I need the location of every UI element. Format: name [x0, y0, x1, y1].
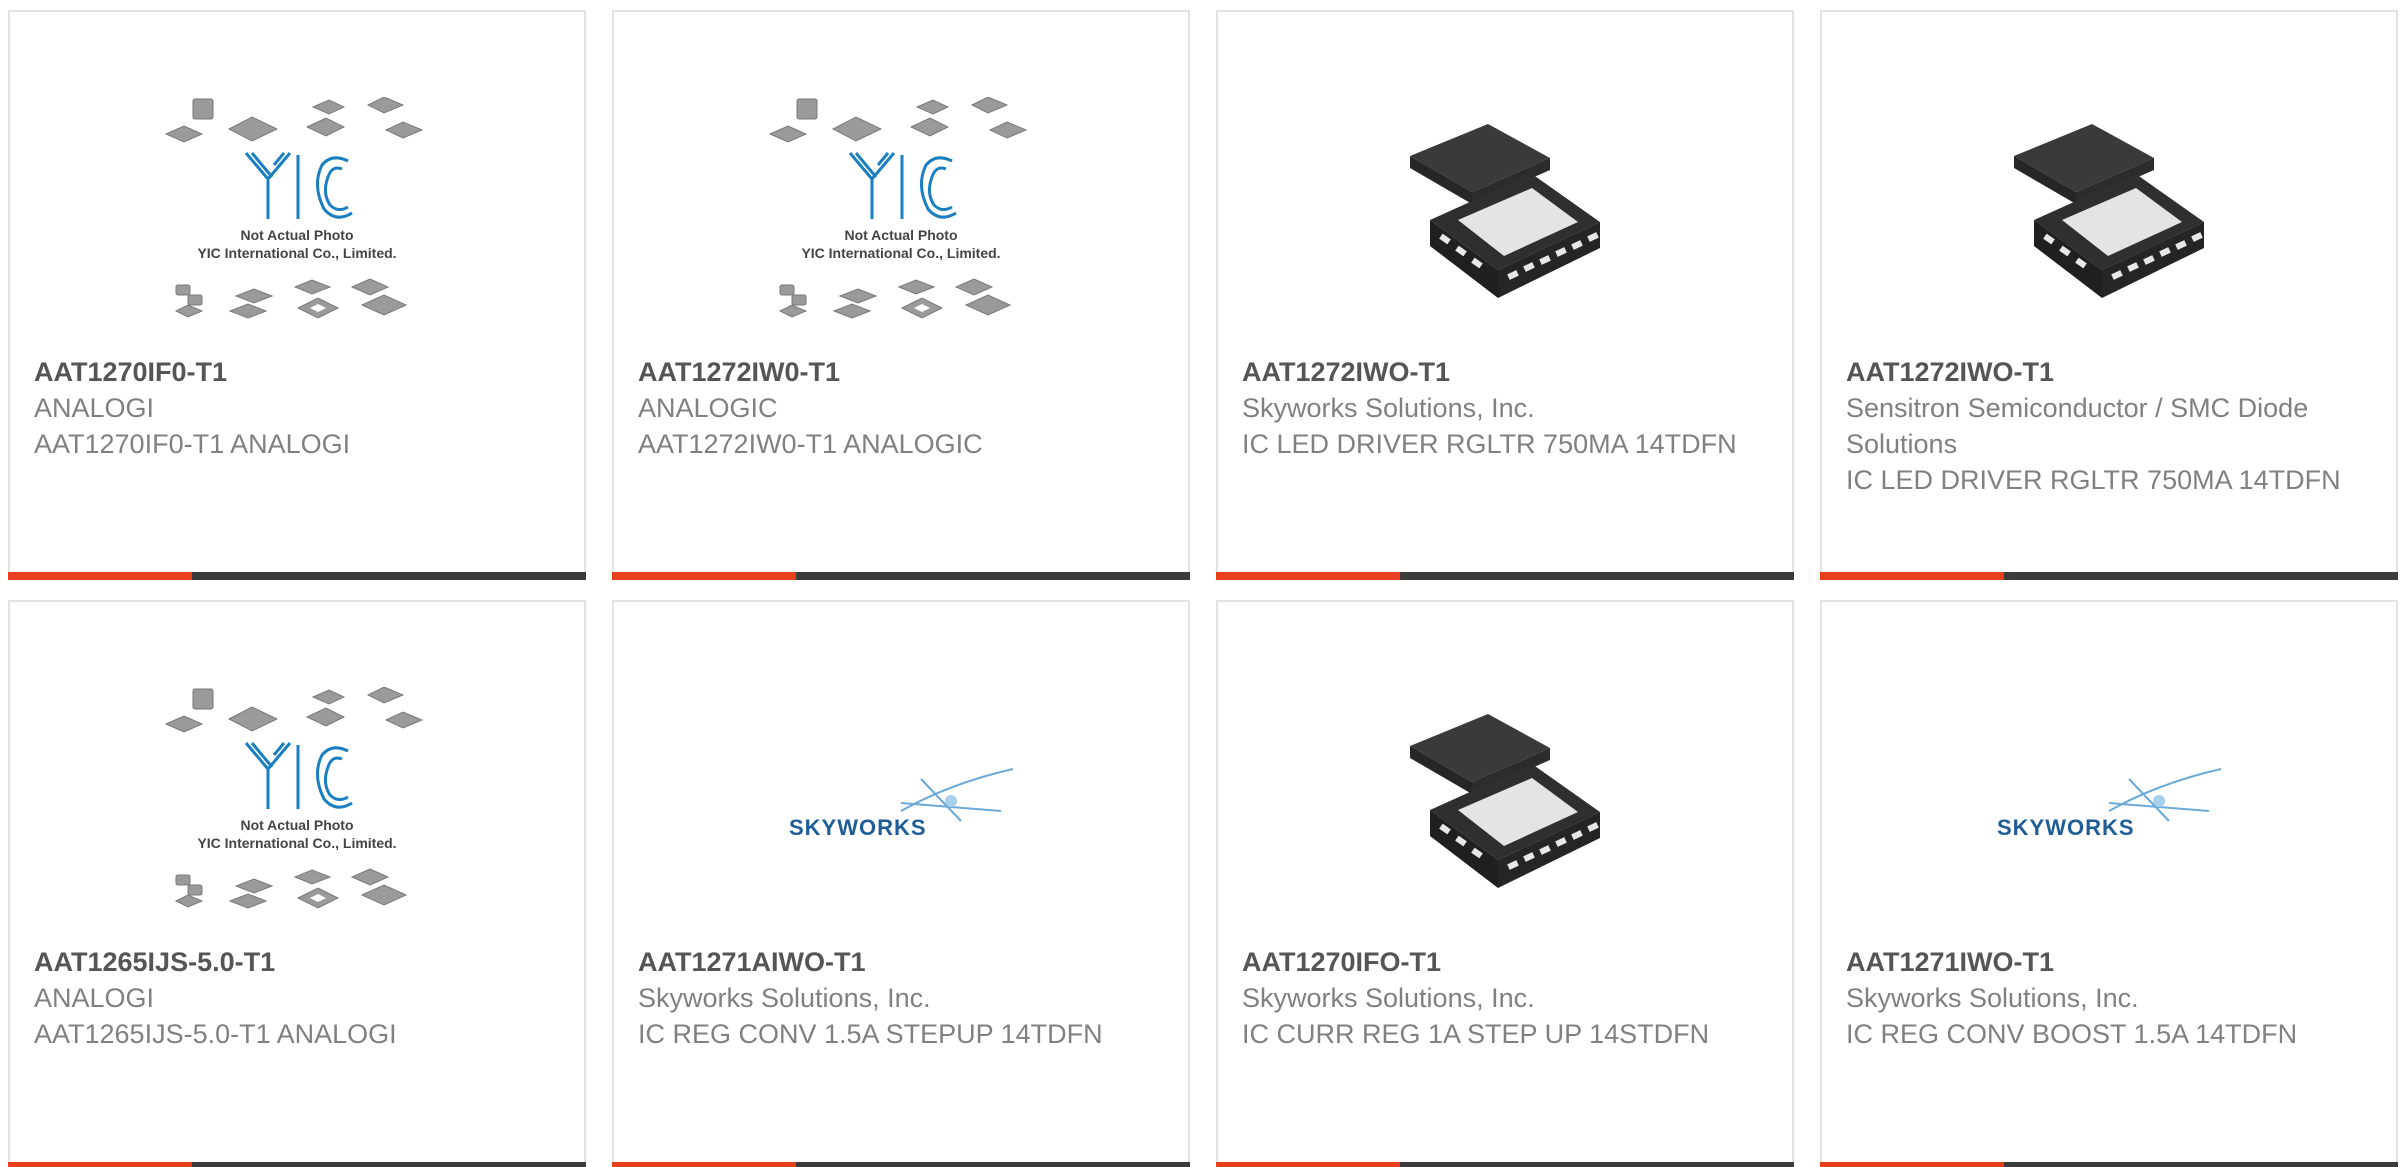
- product-info: AAT1272IWO-T1 Skyworks Solutions, Inc. I…: [1242, 354, 1772, 462]
- manufacturer: Sensitron Semiconductor / SMC Diode Solu…: [1846, 393, 2309, 459]
- card-bottom-bar: [8, 572, 586, 580]
- placeholder-caption-line1: Not Actual Photo: [240, 227, 353, 243]
- card-accent: [1216, 1162, 1400, 1167]
- description: IC REG CONV 1.5A STEPUP 14TDFN: [638, 1019, 1103, 1049]
- card-accent: [8, 1162, 192, 1167]
- product-info: AAT1265IJS-5.0-T1 ANALOGI AAT1265IJS-5.0…: [34, 944, 564, 1052]
- tdfn-chip-image: [1410, 124, 1600, 298]
- product-card[interactable]: AAT1272IWO-T1 Sensitron Semiconductor / …: [1820, 10, 2398, 580]
- card-accent: [8, 572, 192, 580]
- part-number[interactable]: AAT1271IWO-T1: [1846, 944, 2376, 980]
- product-info: AAT1272IW0-T1 ANALOGIC AAT1272IW0-T1 ANA…: [638, 354, 1168, 462]
- manufacturer: Skyworks Solutions, Inc.: [1242, 983, 1535, 1013]
- placeholder-caption-line1: Not Actual Photo: [844, 227, 957, 243]
- product-card[interactable]: Not Actual Photo YIC International Co., …: [8, 600, 586, 1167]
- product-image[interactable]: Not Actual Photo YIC International Co., …: [10, 672, 584, 942]
- tdfn-chip-image: [2014, 124, 2204, 298]
- product-card[interactable]: AAT1272IWO-T1 Skyworks Solutions, Inc. I…: [1216, 10, 1794, 580]
- description: AAT1265IJS-5.0-T1 ANALOGI: [34, 1019, 397, 1049]
- card-bottom-bar: [612, 1162, 1190, 1167]
- product-card[interactable]: SKYWORKS AAT1271IWO-T1 Skyworks Solution…: [1820, 600, 2398, 1167]
- manufacturer: Skyworks Solutions, Inc.: [1846, 983, 2139, 1013]
- card-accent: [612, 572, 796, 580]
- tdfn-chip-image: [1410, 714, 1600, 888]
- product-card[interactable]: Not Actual Photo YIC International Co., …: [612, 10, 1190, 580]
- description: IC LED DRIVER RGLTR 750MA 14TDFN: [1242, 429, 1737, 459]
- product-image[interactable]: [1218, 672, 1792, 942]
- skyworks-logo: SKYWORKS: [1997, 768, 2222, 840]
- yic-placeholder-image: Not Actual Photo YIC International Co., …: [164, 97, 424, 319]
- card-bottom-bar: [1820, 1162, 2398, 1167]
- card-bottom-bar: [1216, 572, 1794, 580]
- product-info: AAT1271AIWO-T1 Skyworks Solutions, Inc. …: [638, 944, 1168, 1052]
- product-info: AAT1270IFO-T1 Skyworks Solutions, Inc. I…: [1242, 944, 1772, 1052]
- description: IC REG CONV BOOST 1.5A 14TDFN: [1846, 1019, 2298, 1049]
- product-info: AAT1272IWO-T1 Sensitron Semiconductor / …: [1846, 354, 2376, 498]
- product-info: AAT1271IWO-T1 Skyworks Solutions, Inc. I…: [1846, 944, 2376, 1052]
- part-number[interactable]: AAT1270IF0-T1: [34, 354, 564, 390]
- description: AAT1272IW0-T1 ANALOGIC: [638, 429, 983, 459]
- part-number[interactable]: AAT1271AIWO-T1: [638, 944, 1168, 980]
- card-accent: [612, 1162, 796, 1167]
- description: AAT1270IF0-T1 ANALOGI: [34, 429, 351, 459]
- product-image[interactable]: SKYWORKS: [614, 672, 1188, 942]
- part-number[interactable]: AAT1272IWO-T1: [1242, 354, 1772, 390]
- yic-placeholder-image: Not Actual Photo YIC International Co., …: [768, 97, 1028, 319]
- part-number[interactable]: AAT1265IJS-5.0-T1: [34, 944, 564, 980]
- product-image[interactable]: Not Actual Photo YIC International Co., …: [10, 82, 584, 352]
- manufacturer: ANALOGI: [34, 393, 155, 423]
- skyworks-logo: SKYWORKS: [789, 768, 1014, 840]
- manufacturer: ANALOGIC: [638, 393, 778, 423]
- product-info: AAT1270IF0-T1 ANALOGI AAT1270IF0-T1 ANAL…: [34, 354, 564, 462]
- placeholder-caption-line2: YIC International Co., Limited.: [801, 245, 1000, 261]
- manufacturer: ANALOGI: [34, 983, 155, 1013]
- product-image[interactable]: Not Actual Photo YIC International Co., …: [614, 82, 1188, 352]
- product-image[interactable]: [1822, 82, 2396, 352]
- manufacturer: Skyworks Solutions, Inc.: [638, 983, 931, 1013]
- part-number[interactable]: AAT1270IFO-T1: [1242, 944, 1772, 980]
- card-bottom-bar: [1216, 1162, 1794, 1167]
- product-image[interactable]: [1218, 82, 1792, 352]
- card-accent: [1820, 572, 2004, 580]
- skyworks-logo-text: SKYWORKS: [789, 815, 927, 840]
- product-card[interactable]: Not Actual Photo YIC International Co., …: [8, 10, 586, 580]
- product-image[interactable]: SKYWORKS: [1822, 672, 2396, 942]
- description: IC LED DRIVER RGLTR 750MA 14TDFN: [1846, 465, 2341, 495]
- yic-placeholder-image: Not Actual Photo YIC International Co., …: [164, 687, 424, 909]
- skyworks-logo-text: SKYWORKS: [1997, 815, 2135, 840]
- placeholder-caption-line1: Not Actual Photo: [240, 817, 353, 833]
- part-number[interactable]: AAT1272IW0-T1: [638, 354, 1168, 390]
- card-bottom-bar: [8, 1162, 586, 1167]
- placeholder-caption-line2: YIC International Co., Limited.: [197, 835, 396, 851]
- part-number[interactable]: AAT1272IWO-T1: [1846, 354, 2376, 390]
- card-bottom-bar: [612, 572, 1190, 580]
- product-grid: Not Actual Photo YIC International Co., …: [0, 0, 2400, 1167]
- card-accent: [1820, 1162, 2004, 1167]
- product-card[interactable]: AAT1270IFO-T1 Skyworks Solutions, Inc. I…: [1216, 600, 1794, 1167]
- description: IC CURR REG 1A STEP UP 14STDFN: [1242, 1019, 1710, 1049]
- placeholder-caption-line2: YIC International Co., Limited.: [197, 245, 396, 261]
- card-bottom-bar: [1820, 572, 2398, 580]
- manufacturer: Skyworks Solutions, Inc.: [1242, 393, 1535, 423]
- product-card[interactable]: SKYWORKS AAT1271AIWO-T1 Skyworks Solutio…: [612, 600, 1190, 1167]
- card-accent: [1216, 572, 1400, 580]
